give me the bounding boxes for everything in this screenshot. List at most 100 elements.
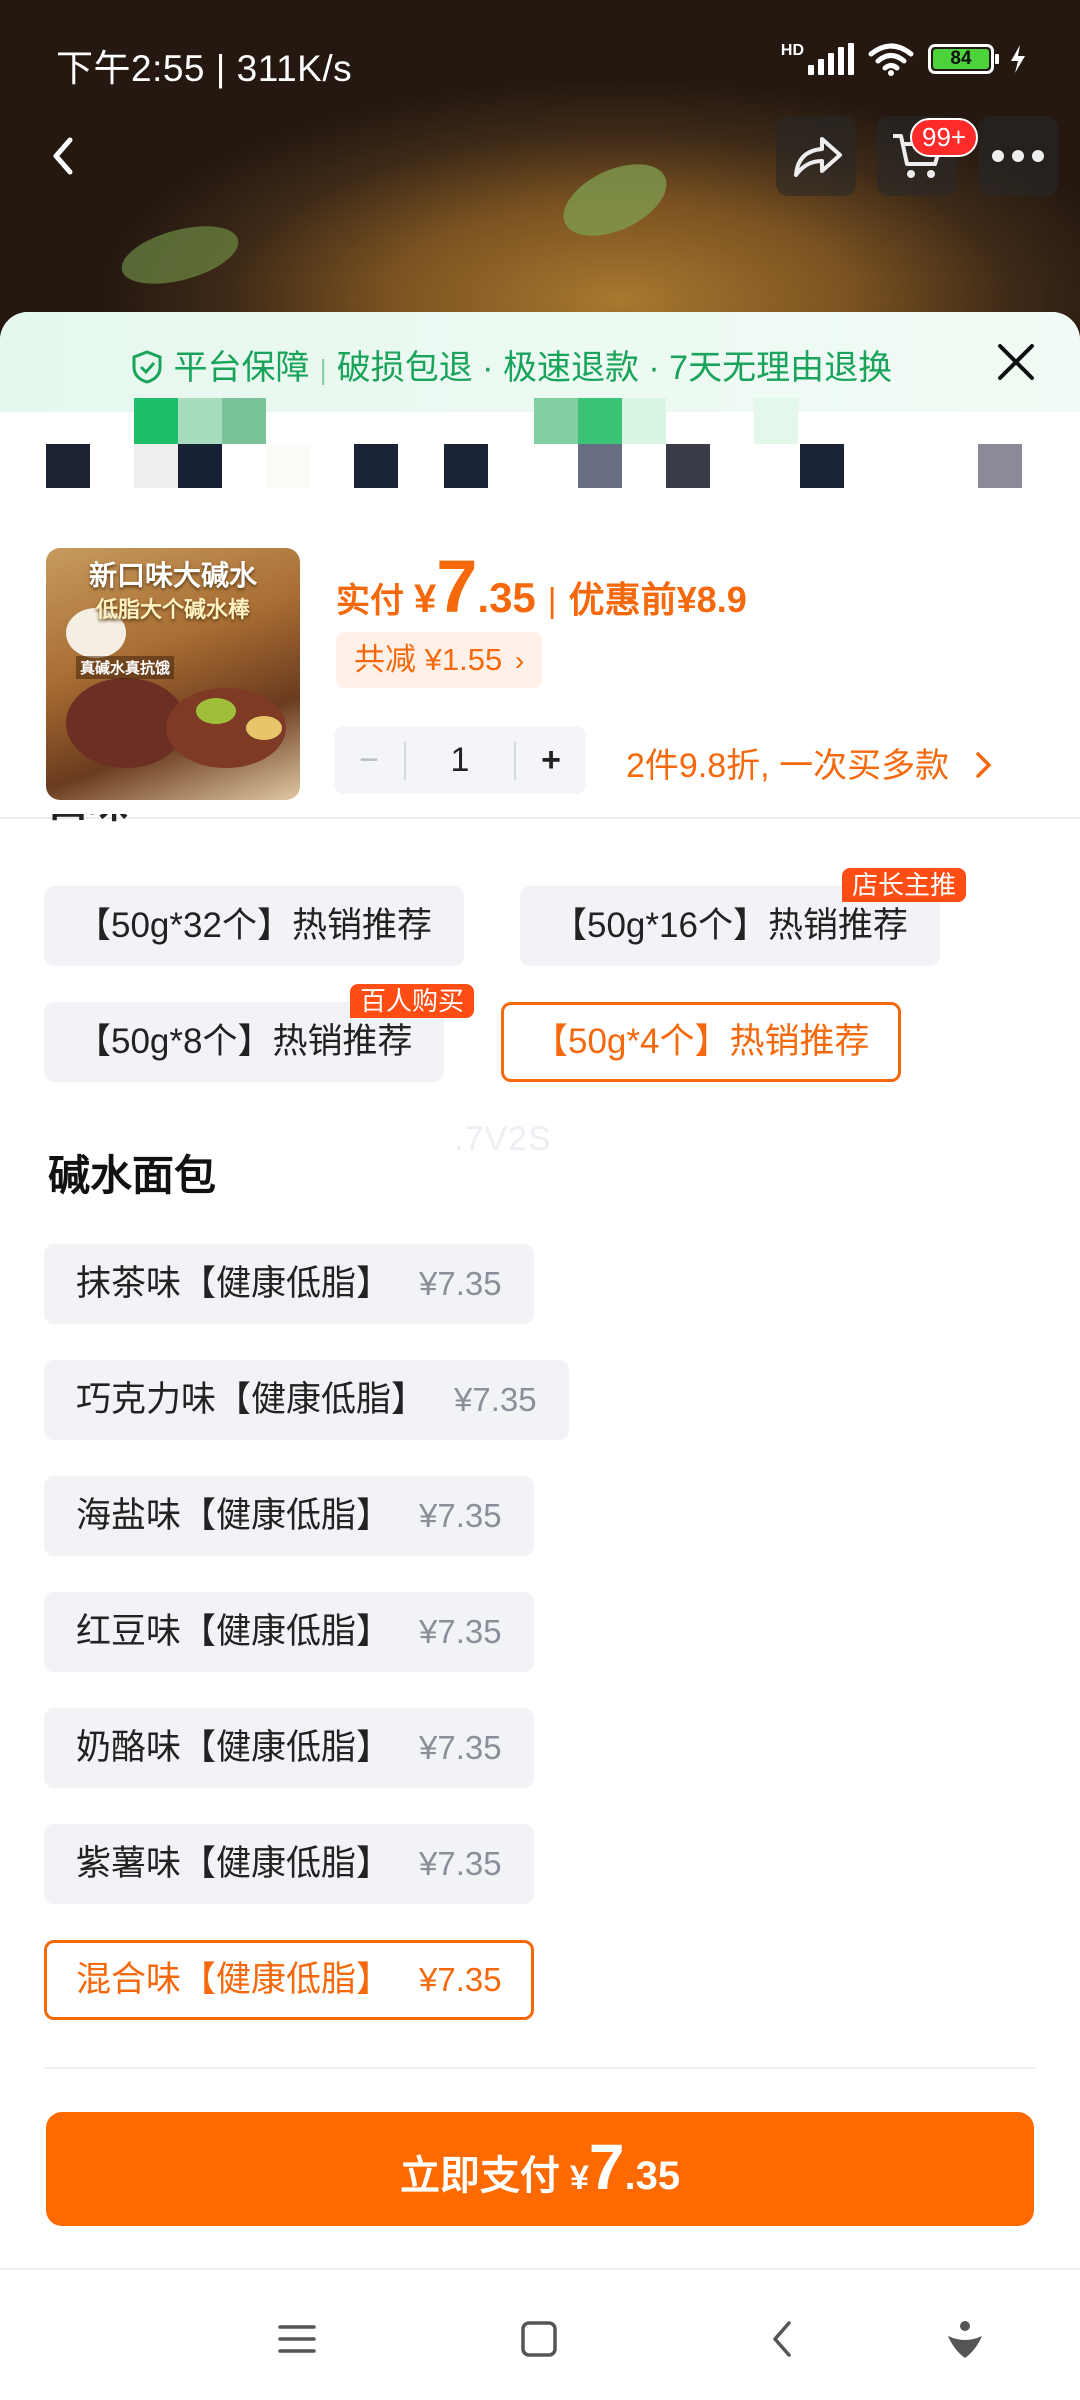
image-decor [196, 698, 236, 724]
price-label: 实付 [336, 582, 404, 620]
mosaic-block [222, 398, 266, 444]
price-integer: 7 [436, 545, 478, 628]
option-price: ¥7.35 [419, 1845, 502, 1882]
pay-button-currency: ¥ [569, 2159, 589, 2197]
mosaic-block [666, 444, 710, 488]
option-label: 【50g*32个】热销推荐 [76, 906, 432, 945]
share-icon [794, 137, 842, 177]
flavor-option[interactable]: 红豆味【健康低脂】 ¥7.35 [44, 1592, 534, 1672]
guarantee-title: 平台保障 [173, 349, 310, 387]
more-button[interactable] [978, 116, 1058, 196]
assistant-icon[interactable] [940, 2314, 990, 2364]
mosaic-block [46, 444, 90, 488]
mosaic-block [578, 398, 622, 444]
more-icon [992, 150, 1044, 162]
guarantee-item: 7天无理由退换 [669, 349, 893, 387]
signal-icon [808, 43, 854, 75]
back-arrow-icon[interactable] [34, 118, 94, 194]
image-decor [246, 716, 282, 740]
discount-text: 共减 ¥1.55 [354, 642, 503, 677]
image-caption: 新口味大碱水 [88, 560, 257, 591]
option-label: 【50g*4个】热销推荐 [533, 1022, 870, 1061]
decrement-button[interactable]: − [334, 741, 404, 780]
close-icon[interactable] [990, 336, 1042, 388]
battery-icon: 84 [928, 44, 999, 74]
flavor-option[interactable]: 海盐味【健康低脂】 ¥7.35 [44, 1476, 534, 1556]
option-label: 抹茶味【健康低脂】 [76, 1264, 392, 1303]
pay-button-price-dec: .35 [624, 2154, 681, 2198]
multi-buy-promo[interactable]: 2件9.8折, 一次买多款 [626, 738, 995, 787]
share-button[interactable] [776, 116, 856, 196]
flavor-option[interactable]: 紫薯味【健康低脂】 ¥7.35 [44, 1824, 534, 1904]
mosaic-block [978, 444, 1022, 488]
mosaic-block [134, 398, 178, 444]
home-icon[interactable] [514, 2314, 564, 2364]
mosaic-block [178, 398, 222, 444]
mosaic-block [754, 398, 798, 444]
option-tag: 店长主推 [842, 868, 967, 902]
back-icon[interactable] [758, 2314, 808, 2364]
chevron-right-icon [975, 752, 992, 778]
option-label: 混合味【健康低脂】 [76, 1960, 392, 1999]
charging-icon [1011, 45, 1025, 73]
option-label: 【50g*8个】热销推荐 [76, 1022, 413, 1061]
option-label: 巧克力味【健康低脂】 [76, 1380, 427, 1419]
mosaic-block [266, 444, 310, 488]
option-label: 海盐味【健康低脂】 [76, 1496, 392, 1535]
quantity-value[interactable]: 1 [404, 740, 516, 780]
mosaic-block [178, 444, 222, 488]
menu-icon[interactable] [272, 2314, 322, 2364]
flavor-option[interactable]: 巧克力味【健康低脂】 ¥7.35 [44, 1360, 569, 1440]
hd-label: HD [780, 42, 804, 59]
increment-button[interactable]: + [516, 741, 586, 780]
mosaic-block [354, 444, 398, 488]
flavor-option[interactable]: 抹茶味【健康低脂】 ¥7.35 [44, 1244, 534, 1324]
option-label: 红豆味【健康低脂】 [76, 1612, 392, 1651]
price-decimal: .35 [477, 574, 536, 621]
mosaic-block [578, 444, 622, 488]
option-price: ¥7.35 [419, 1265, 502, 1302]
wifi-icon [868, 43, 914, 76]
pay-button-label: 立即支付 [399, 2154, 560, 2198]
header-divider [0, 817, 1080, 819]
option-price: ¥7.35 [419, 1961, 502, 1998]
flavor-option-selected[interactable]: 混合味【健康低脂】 ¥7.35 [44, 1940, 534, 2020]
guarantee-item: 极速退款 [502, 349, 639, 387]
original-price: ¥8.9 [676, 579, 747, 620]
status-time: 下午2:55 | 311K/s [56, 48, 353, 89]
original-price-label: 优惠前 [568, 579, 677, 620]
promo-text: 2件9.8折, 一次买多款 [626, 747, 950, 785]
option-price: ¥7.35 [419, 1613, 502, 1650]
discount-pill[interactable]: 共减 ¥1.55 › [336, 632, 543, 688]
guarantee-item: 破损包退 [336, 349, 473, 387]
system-nav-bar [0, 2268, 1080, 2400]
mosaic-block [534, 398, 578, 444]
price-currency: ¥ [414, 577, 437, 621]
size-option[interactable]: 【50g*32个】热销推荐 [44, 886, 464, 966]
pay-now-button[interactable]: 立即支付 ¥ 7 .35 [46, 2112, 1034, 2226]
option-price: ¥7.35 [419, 1497, 502, 1534]
option-price: ¥7.35 [454, 1381, 537, 1418]
mosaic-block [134, 444, 178, 488]
option-tag: 百人购买 [350, 984, 475, 1018]
section-title-flavor: 碱水面包 [48, 1152, 217, 1199]
option-label: 紫薯味【健康低脂】 [76, 1844, 392, 1883]
image-caption: 真碱水真抗饿 [76, 656, 175, 679]
battery-level: 84 [933, 49, 989, 69]
section-title-size: 口味 [48, 814, 148, 838]
sku-selection-sheet: 平台保障 | 破损包退 · 极速退款 · 7天无理由退换 新口味大碱水 低脂大个碱水… [0, 312, 1080, 2400]
cart-badge: 99+ [910, 118, 979, 157]
mosaic-block [444, 444, 488, 488]
mosaic-block [800, 444, 844, 488]
size-option-selected[interactable]: 【50g*4个】热销推荐 [501, 1002, 902, 1082]
status-bar: 下午2:55 | 311K/s HD 84 [0, 0, 1080, 120]
option-label: 奶酪味【健康低脂】 [76, 1728, 392, 1767]
guarantee-text: 平台保障 | 破损包退 · 极速退款 · 7天无理由退换 [130, 340, 892, 389]
shield-check-icon [132, 350, 162, 384]
product-thumbnail[interactable]: 新口味大碱水 低脂大个碱水棒 真碱水真抗饿 [46, 548, 300, 800]
guarantee-banner[interactable]: 平台保障 | 破损包退 · 极速退款 · 7天无理由退换 [0, 312, 1080, 412]
quantity-stepper: − 1 + [334, 726, 586, 794]
mosaic-block [622, 398, 666, 444]
flavor-option[interactable]: 奶酪味【健康低脂】 ¥7.35 [44, 1708, 534, 1788]
mosaic-strip [0, 398, 1080, 512]
